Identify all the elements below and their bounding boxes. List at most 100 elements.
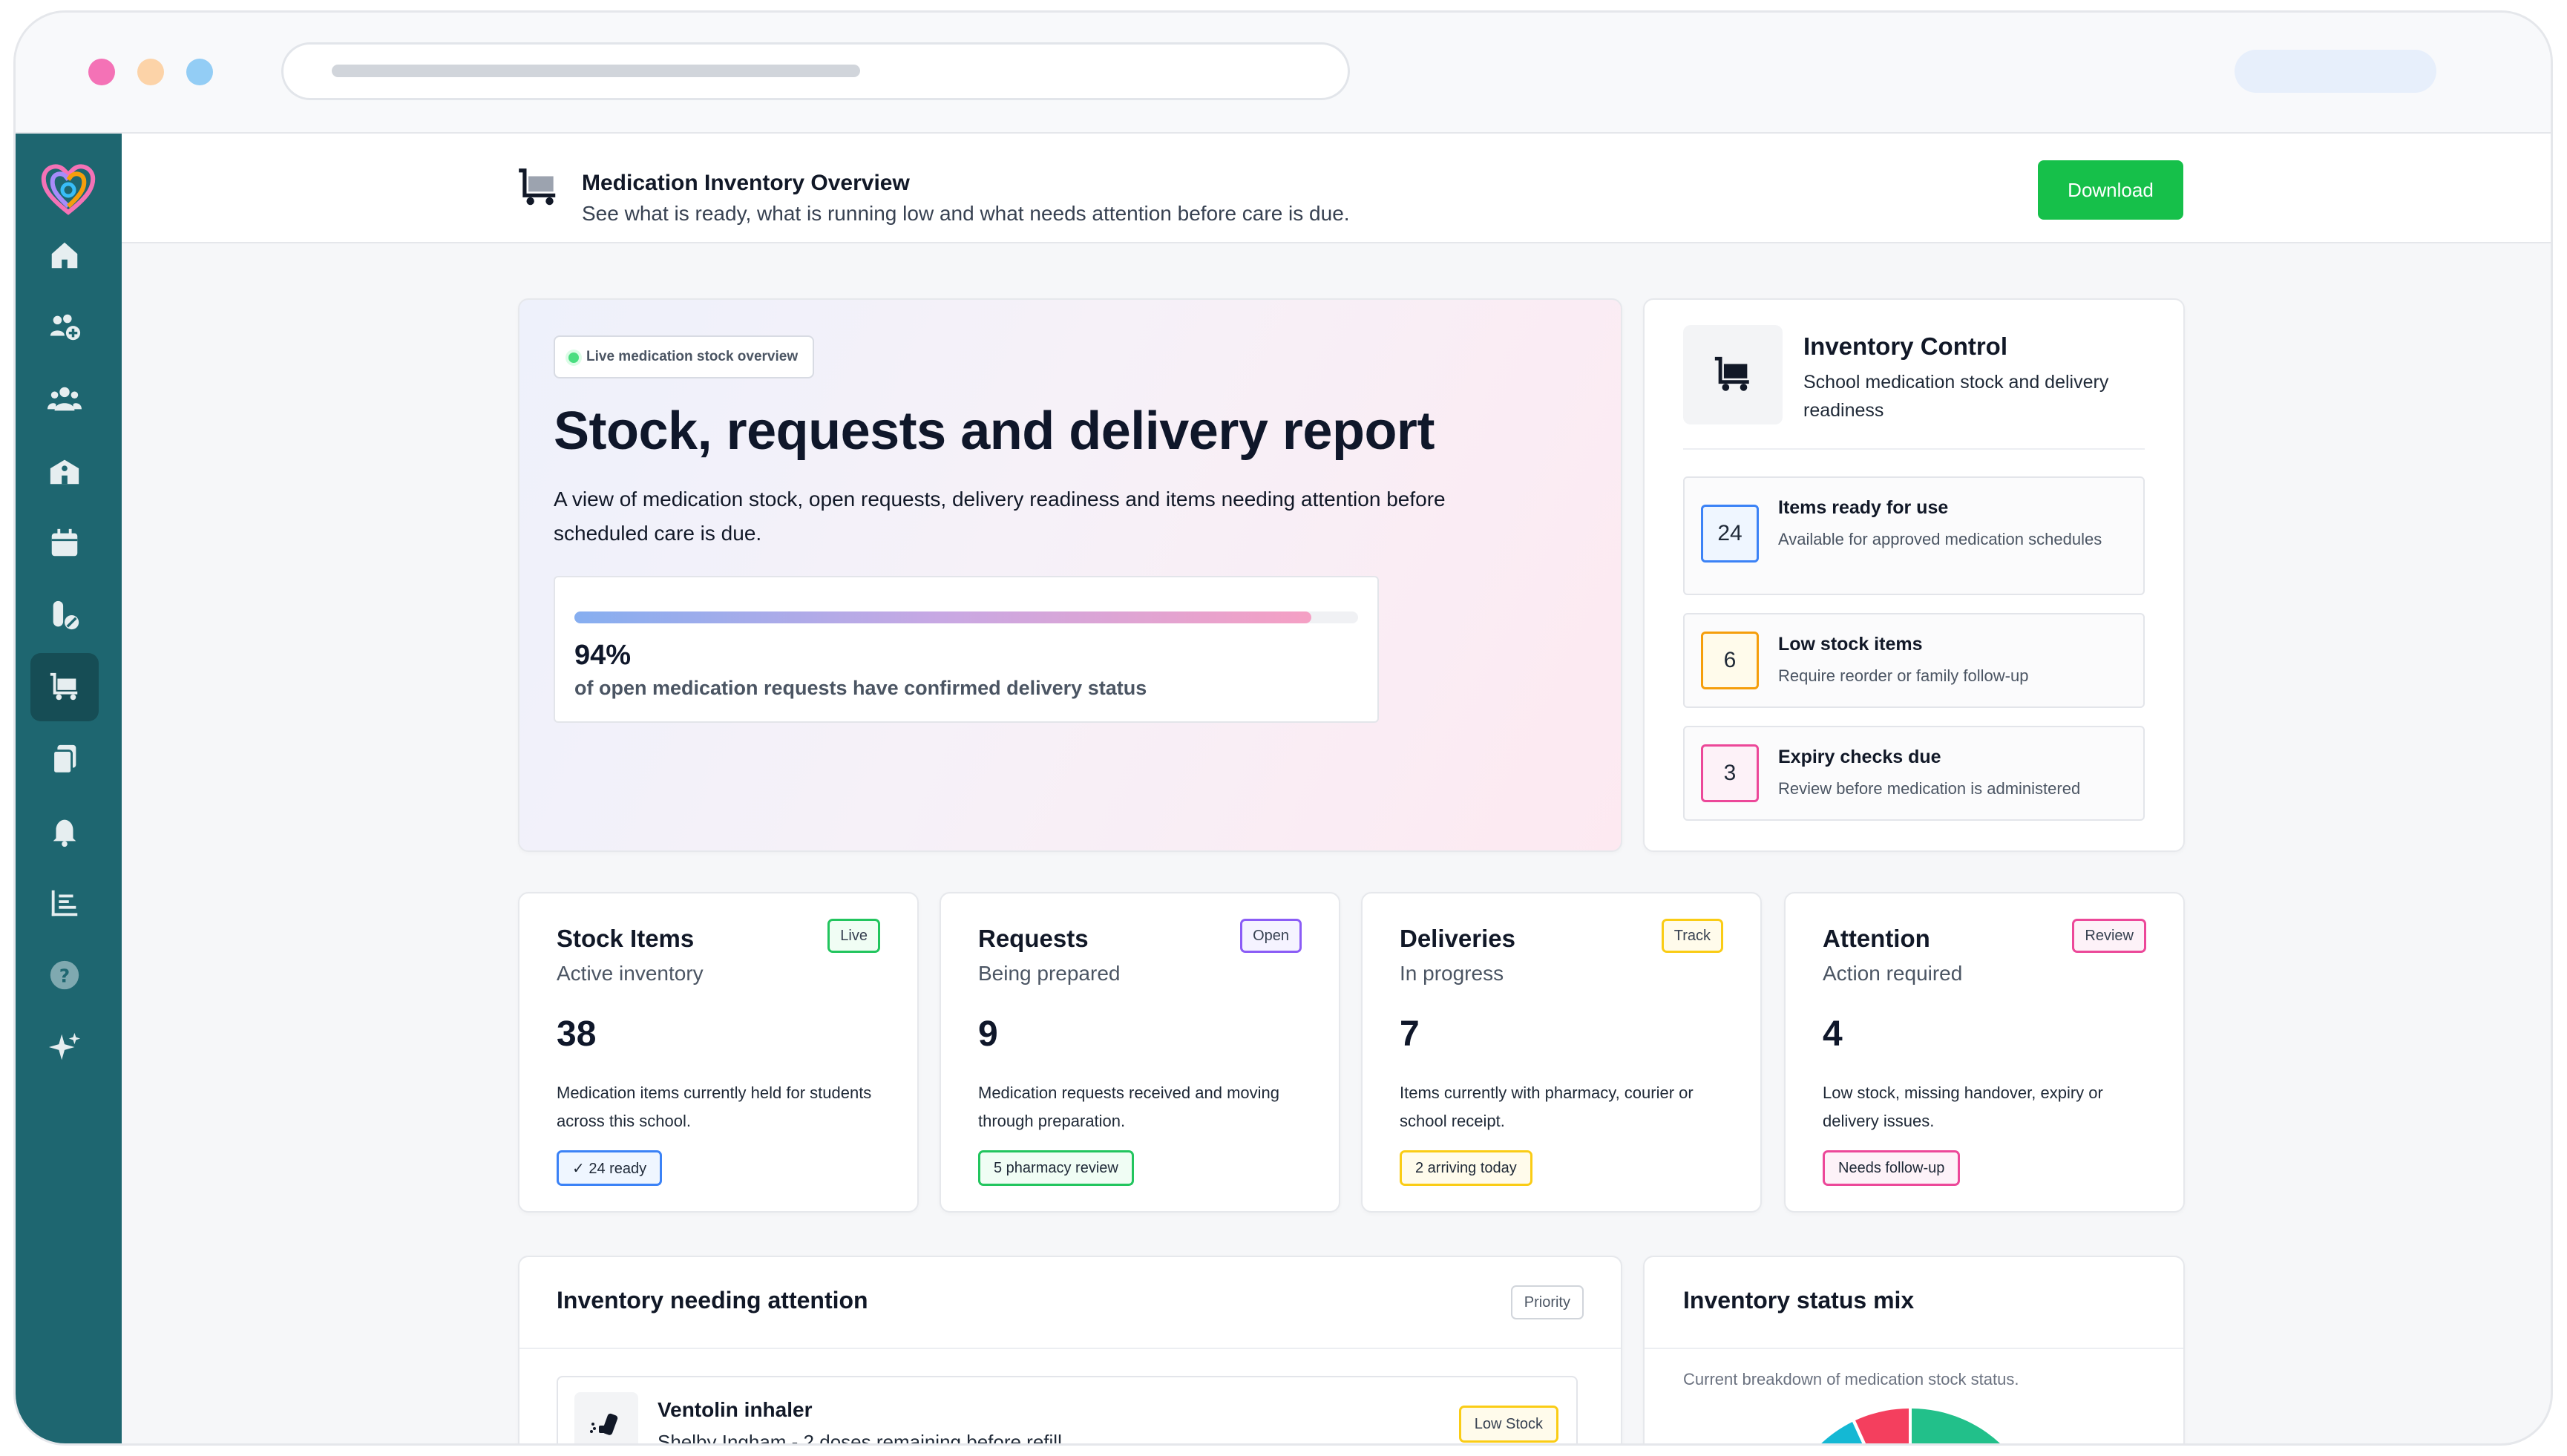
stat-card-stock-items[interactable]: Stock Items Active inventory Live 38 Med… (518, 892, 919, 1213)
stat-chip[interactable]: 2 arriving today (1400, 1150, 1532, 1186)
inventory-control-subtitle: School medication stock and delivery rea… (1803, 372, 2109, 421)
attention-title: Inventory needing attention (557, 1287, 868, 1314)
users-add-icon (50, 314, 81, 341)
kpi-title: Expiry checks due (1778, 747, 1941, 767)
status-badge: Open (1240, 919, 1302, 953)
item-detail: Shelby Ingham - 2 doses remaining before… (658, 1431, 1062, 1446)
medication-icon (53, 600, 79, 630)
nav-notifications[interactable] (30, 797, 99, 865)
app-window: ? Medication Inventory Overview See what… (13, 10, 2553, 1446)
progress-value: 94% (574, 640, 632, 671)
live-dot-icon (568, 352, 579, 363)
list-item[interactable]: Ventolin inhaler Shelby Ingham - 2 doses… (557, 1376, 1578, 1446)
kpi-title: Low stock items (1778, 634, 1923, 655)
address-placeholder (332, 65, 860, 77)
progress-label: of open medication requests have confirm… (574, 677, 1147, 699)
live-status-label: Live medication stock overview (586, 349, 799, 364)
mix-subtitle: Current breakdown of medication stock st… (1683, 1370, 2019, 1388)
stat-card-deliveries[interactable]: Deliveries In progress Track 7 Items cur… (1361, 892, 1762, 1213)
stat-subtitle: Action required (1823, 962, 1963, 985)
people-icon (47, 387, 82, 411)
nav-help[interactable]: ? (30, 941, 99, 1009)
report-list-icon (51, 890, 78, 916)
progress-track (574, 611, 1358, 623)
inhaler-icon (590, 1413, 618, 1435)
kpi-value: 3 (1701, 744, 1759, 802)
nav-user-groups[interactable] (30, 293, 99, 361)
kpi-ready-items[interactable]: 24 Items ready for use Available for app… (1683, 476, 2145, 595)
help-icon: ? (50, 960, 79, 990)
divider (519, 1348, 1621, 1349)
stat-description: Medication requests received and moving … (978, 1083, 1280, 1130)
svg-text:?: ? (59, 965, 70, 987)
stat-title: Stock Items (557, 925, 695, 952)
bell-icon (53, 819, 76, 847)
inventory-attention-card: Inventory needing attention Priority Ven… (518, 1256, 1622, 1446)
delivery-progress-panel: 94% of open medication requests have con… (554, 576, 1379, 723)
report-title: Stock, requests and delivery report (554, 401, 1435, 461)
page-title: Medication Inventory Overview (582, 171, 910, 195)
kpi-low-stock[interactable]: 6 Low stock items Require reorder or fam… (1683, 613, 2145, 708)
stat-value: 4 (1823, 1014, 1843, 1054)
stat-card-attention[interactable]: Attention Action required Review 4 Low s… (1784, 892, 2185, 1213)
documents-icon (52, 744, 76, 775)
calendar-icon (51, 528, 78, 557)
stat-card-requests[interactable]: Requests Being prepared Open 9 Medicatio… (940, 892, 1340, 1213)
minimize-window-dot[interactable] (137, 59, 164, 85)
download-button[interactable]: Download (2038, 160, 2183, 220)
nav-ai-assistant[interactable] (30, 1013, 99, 1081)
brand-logo-icon[interactable] (36, 157, 100, 221)
nav-documents[interactable] (30, 725, 99, 793)
status-badge: Review (2072, 919, 2146, 953)
kpi-subtitle: Available for approved medication schedu… (1778, 530, 2102, 548)
stat-title: Requests (978, 925, 1089, 952)
cart-icon (50, 672, 78, 701)
school-icon (50, 459, 79, 485)
nav-people[interactable] (30, 365, 99, 433)
kpi-expiry-checks[interactable]: 3 Expiry checks due Review before medica… (1683, 726, 2145, 821)
nav-inventory[interactable] (30, 653, 99, 721)
sidebar: ? (16, 134, 122, 1443)
close-window-dot[interactable] (88, 59, 115, 85)
inventory-control-title: Inventory Control (1803, 332, 2008, 360)
stat-title: Attention (1823, 925, 1930, 952)
stat-value: 7 (1400, 1014, 1420, 1054)
stat-description: Medication items currently held for stud… (557, 1083, 872, 1130)
divider (1645, 1348, 2183, 1349)
stat-subtitle: In progress (1400, 962, 1504, 985)
stat-value: 9 (978, 1014, 998, 1054)
progress-fill (574, 611, 1311, 623)
cart-icon (519, 168, 556, 206)
kpi-value: 24 (1701, 505, 1759, 563)
browser-action-pill[interactable] (2235, 50, 2436, 93)
kpi-title: Items ready for use (1778, 497, 1949, 518)
nav-schools[interactable] (30, 437, 99, 505)
donut-segment-low (1855, 1409, 1909, 1443)
nav-reports[interactable] (30, 869, 99, 937)
live-status-tag: Live medication stock overview (554, 335, 815, 378)
stat-subtitle: Active inventory (557, 962, 704, 985)
kpi-value: 6 (1701, 632, 1759, 689)
stat-subtitle: Being prepared (978, 962, 1121, 985)
nav-medications[interactable] (30, 581, 99, 649)
status-donut-chart (1821, 1409, 2000, 1443)
stat-chip[interactable]: 5 pharmacy review (978, 1150, 1134, 1186)
inventory-control-card: Inventory Control School medication stoc… (1643, 298, 2185, 852)
home-icon (51, 242, 78, 269)
address-bar[interactable] (281, 42, 1350, 100)
nav-home[interactable] (30, 221, 99, 289)
item-name: Ventolin inhaler (658, 1398, 813, 1421)
status-badge: Low Stock (1458, 1406, 1558, 1443)
stat-chip[interactable]: ✓ 24 ready (557, 1150, 663, 1186)
report-hero-card: Live medication stock overview Stock, re… (518, 298, 1622, 852)
status-badge: Track (1661, 919, 1723, 953)
priority-badge[interactable]: Priority (1510, 1285, 1584, 1319)
inventory-status-mix-card: Inventory status mix Current breakdown o… (1643, 1256, 2185, 1443)
stat-value: 38 (557, 1014, 597, 1054)
stat-chip[interactable]: Needs follow-up (1823, 1150, 1961, 1186)
stat-description: Items currently with pharmacy, courier o… (1400, 1083, 1694, 1130)
divider (1683, 448, 2145, 450)
kpi-subtitle: Review before medication is administered (1778, 779, 2081, 798)
maximize-window-dot[interactable] (186, 59, 213, 85)
nav-calendar[interactable] (30, 509, 99, 577)
